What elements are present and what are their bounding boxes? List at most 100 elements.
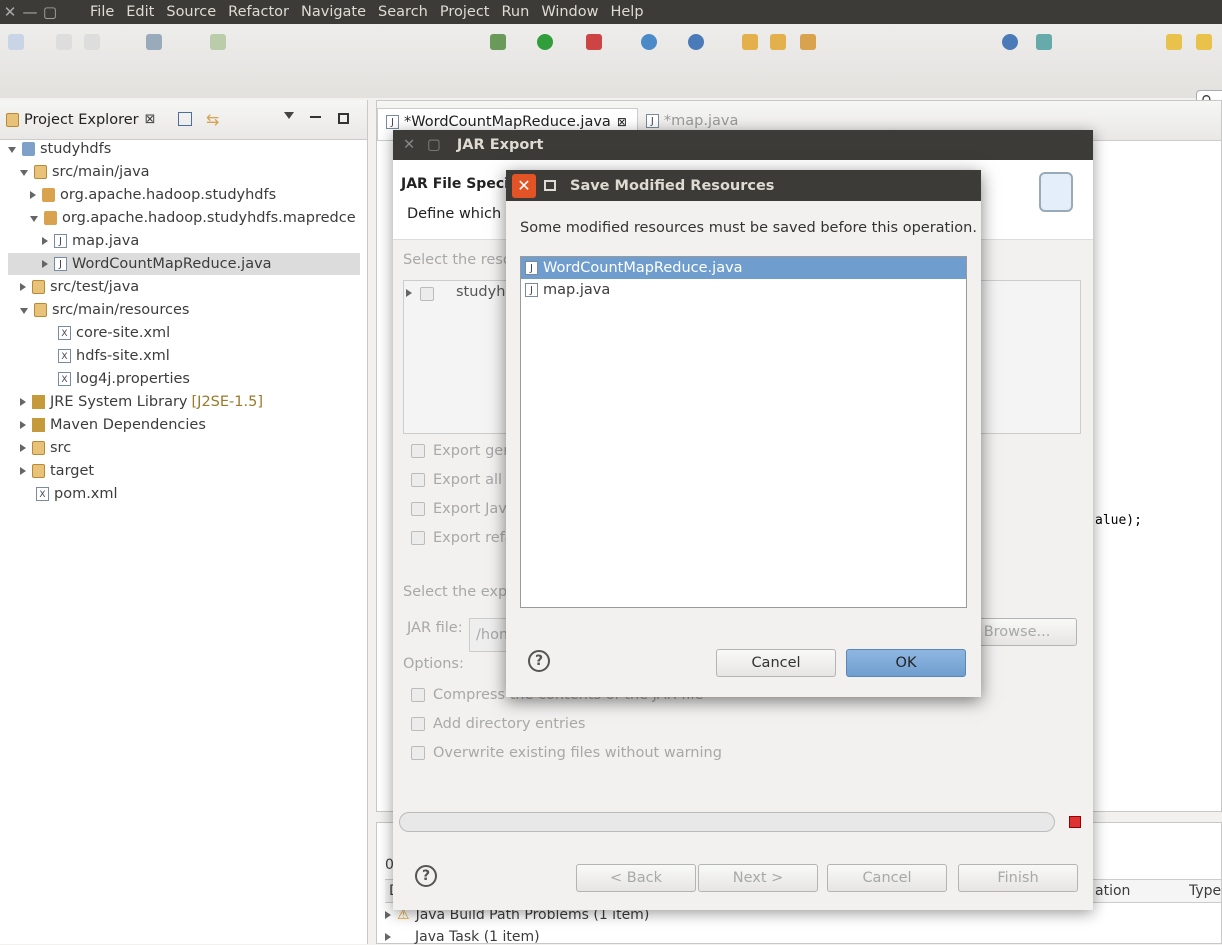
tree-item[interactable]: JRE System Library [J2SE-1.5] xyxy=(20,391,263,413)
menu-refactor[interactable]: Refactor xyxy=(222,4,295,20)
help-icon[interactable]: ? xyxy=(415,865,437,887)
tree-item[interactable]: studyhdfs xyxy=(8,138,111,160)
new-class-icon[interactable] xyxy=(688,34,704,50)
next-button[interactable]: Next > xyxy=(698,864,818,892)
jar-icon xyxy=(1039,172,1073,212)
search-tool-icon[interactable] xyxy=(800,34,816,50)
close-window-icon[interactable]: ✕ xyxy=(0,3,20,21)
collapse-all-icon[interactable] xyxy=(178,112,192,126)
tree-item[interactable]: Xhdfs-site.xml xyxy=(42,345,170,367)
close-tab-icon[interactable]: ⊠ xyxy=(145,112,156,127)
tree-item[interactable]: src xyxy=(20,437,71,459)
debug-icon[interactable] xyxy=(490,34,506,50)
menu-navigate[interactable]: Navigate xyxy=(295,4,372,20)
ok-button[interactable]: OK xyxy=(846,649,966,677)
tree-item-label: org.apache.hadoop.studyhdfs xyxy=(60,187,277,203)
expand-icon[interactable] xyxy=(385,933,391,941)
minimize-window-icon[interactable]: — xyxy=(20,3,40,21)
menu-project[interactable]: Project xyxy=(434,4,496,20)
back-nav-icon[interactable] xyxy=(1166,34,1182,50)
type-header[interactable]: Type xyxy=(1189,883,1221,899)
resource-checkbox[interactable] xyxy=(420,287,434,301)
open-task-icon[interactable] xyxy=(770,34,786,50)
tree-item[interactable]: src/main/java xyxy=(20,161,150,183)
save-icon[interactable] xyxy=(56,34,72,50)
cancel-button[interactable]: Cancel xyxy=(827,864,947,892)
tree-item[interactable]: Xlog4j.properties xyxy=(42,368,190,390)
export-all-check[interactable]: Export all c xyxy=(411,472,515,488)
view-menu-icon[interactable] xyxy=(284,112,294,119)
problem-row[interactable]: Java Task (1 item) xyxy=(385,929,540,945)
maximize-view-icon[interactable] xyxy=(338,113,349,124)
minimize-view-icon[interactable] xyxy=(310,116,321,118)
expand-icon[interactable] xyxy=(20,421,26,429)
menu-help[interactable]: Help xyxy=(604,4,649,20)
menu-window[interactable]: Window xyxy=(535,4,604,20)
save-all-icon[interactable] xyxy=(84,34,100,50)
tree-item[interactable]: src/main/resources xyxy=(20,299,189,321)
new-icon[interactable] xyxy=(8,34,24,50)
expand-icon[interactable] xyxy=(20,467,26,475)
tree-item[interactable]: org.apache.hadoop.studyhdfs xyxy=(30,184,276,206)
stop-icon[interactable] xyxy=(1069,816,1081,828)
maximize-window-icon[interactable]: ▢ xyxy=(40,3,60,21)
add-directory-check[interactable]: Add directory entries xyxy=(411,716,585,732)
expand-icon[interactable] xyxy=(30,216,38,222)
list-item[interactable]: J map.java xyxy=(521,279,966,301)
location-header[interactable]: ation xyxy=(1095,883,1130,899)
menu-edit[interactable]: Edit xyxy=(120,4,160,20)
expand-icon[interactable] xyxy=(20,283,26,291)
expand-icon[interactable] xyxy=(20,170,28,176)
modified-files-list[interactable]: J WordCountMapReduce.java J map.java xyxy=(520,256,967,608)
menu-file[interactable]: File xyxy=(84,4,120,20)
maximize-icon[interactable]: ▢ xyxy=(427,137,441,153)
lib-icon xyxy=(32,418,45,432)
close-tab-icon[interactable]: ⊠ xyxy=(617,115,627,129)
export-refactor-check[interactable]: Export refa xyxy=(411,530,514,546)
tree-item[interactable]: J WordCountMapReduce.java xyxy=(8,253,360,275)
help-icon[interactable]: ? xyxy=(528,650,550,672)
expand-icon[interactable] xyxy=(30,191,36,199)
refactor-icon[interactable] xyxy=(210,34,226,50)
open-type-icon[interactable] xyxy=(742,34,758,50)
tree-item[interactable]: Maven Dependencies xyxy=(20,414,206,436)
expand-icon[interactable] xyxy=(20,398,26,406)
skip-breakpoints-icon[interactable] xyxy=(146,34,162,50)
forward-nav-icon[interactable] xyxy=(1196,34,1212,50)
tree-item-label: studyhdfs xyxy=(40,141,112,157)
overwrite-check[interactable]: Overwrite existing files without warning xyxy=(411,745,722,761)
new-java-project-icon[interactable] xyxy=(641,34,657,50)
xml-icon: X xyxy=(58,349,71,363)
link-editor-icon[interactable]: ⇆ xyxy=(206,110,219,129)
tree-item[interactable]: src/test/java xyxy=(20,276,139,298)
cancel-button[interactable]: Cancel xyxy=(716,649,836,677)
close-icon[interactable]: ✕ xyxy=(403,137,415,153)
tree-item[interactable]: Xcore-site.xml xyxy=(42,322,170,344)
expand-icon[interactable] xyxy=(406,289,412,297)
expand-icon[interactable] xyxy=(42,237,48,245)
list-item[interactable]: J WordCountMapReduce.java xyxy=(521,257,966,279)
menu-run[interactable]: Run xyxy=(496,4,536,20)
tree-item[interactable]: target xyxy=(20,460,94,482)
menu-source[interactable]: Source xyxy=(160,4,222,20)
maximize-icon[interactable] xyxy=(544,180,556,191)
menu-search[interactable]: Search xyxy=(372,4,434,20)
expand-icon[interactable] xyxy=(42,260,48,268)
tree-item[interactable]: Jmap.java xyxy=(42,230,139,252)
expand-icon[interactable] xyxy=(20,444,26,452)
expand-icon[interactable] xyxy=(20,308,28,314)
expand-icon[interactable] xyxy=(8,147,16,153)
close-icon[interactable]: ✕ xyxy=(512,173,536,198)
tree-item[interactable]: Xpom.xml xyxy=(20,483,118,505)
perspective-icon[interactable] xyxy=(1036,34,1052,50)
export-java-check[interactable]: Export Jav xyxy=(411,501,507,517)
tree-item[interactable]: org.apache.hadoop.studyhdfs.mapredce xyxy=(30,207,356,229)
web-browser-icon[interactable] xyxy=(1002,34,1018,50)
finish-button[interactable]: Finish xyxy=(958,864,1078,892)
project-explorer-tab[interactable]: Project Explorer xyxy=(24,112,139,128)
expand-icon[interactable] xyxy=(385,911,391,919)
back-button[interactable]: < Back xyxy=(576,864,696,892)
external-tools-icon[interactable] xyxy=(586,34,602,50)
export-gen-check[interactable]: Export gen xyxy=(411,443,512,459)
run-icon[interactable] xyxy=(537,34,553,50)
